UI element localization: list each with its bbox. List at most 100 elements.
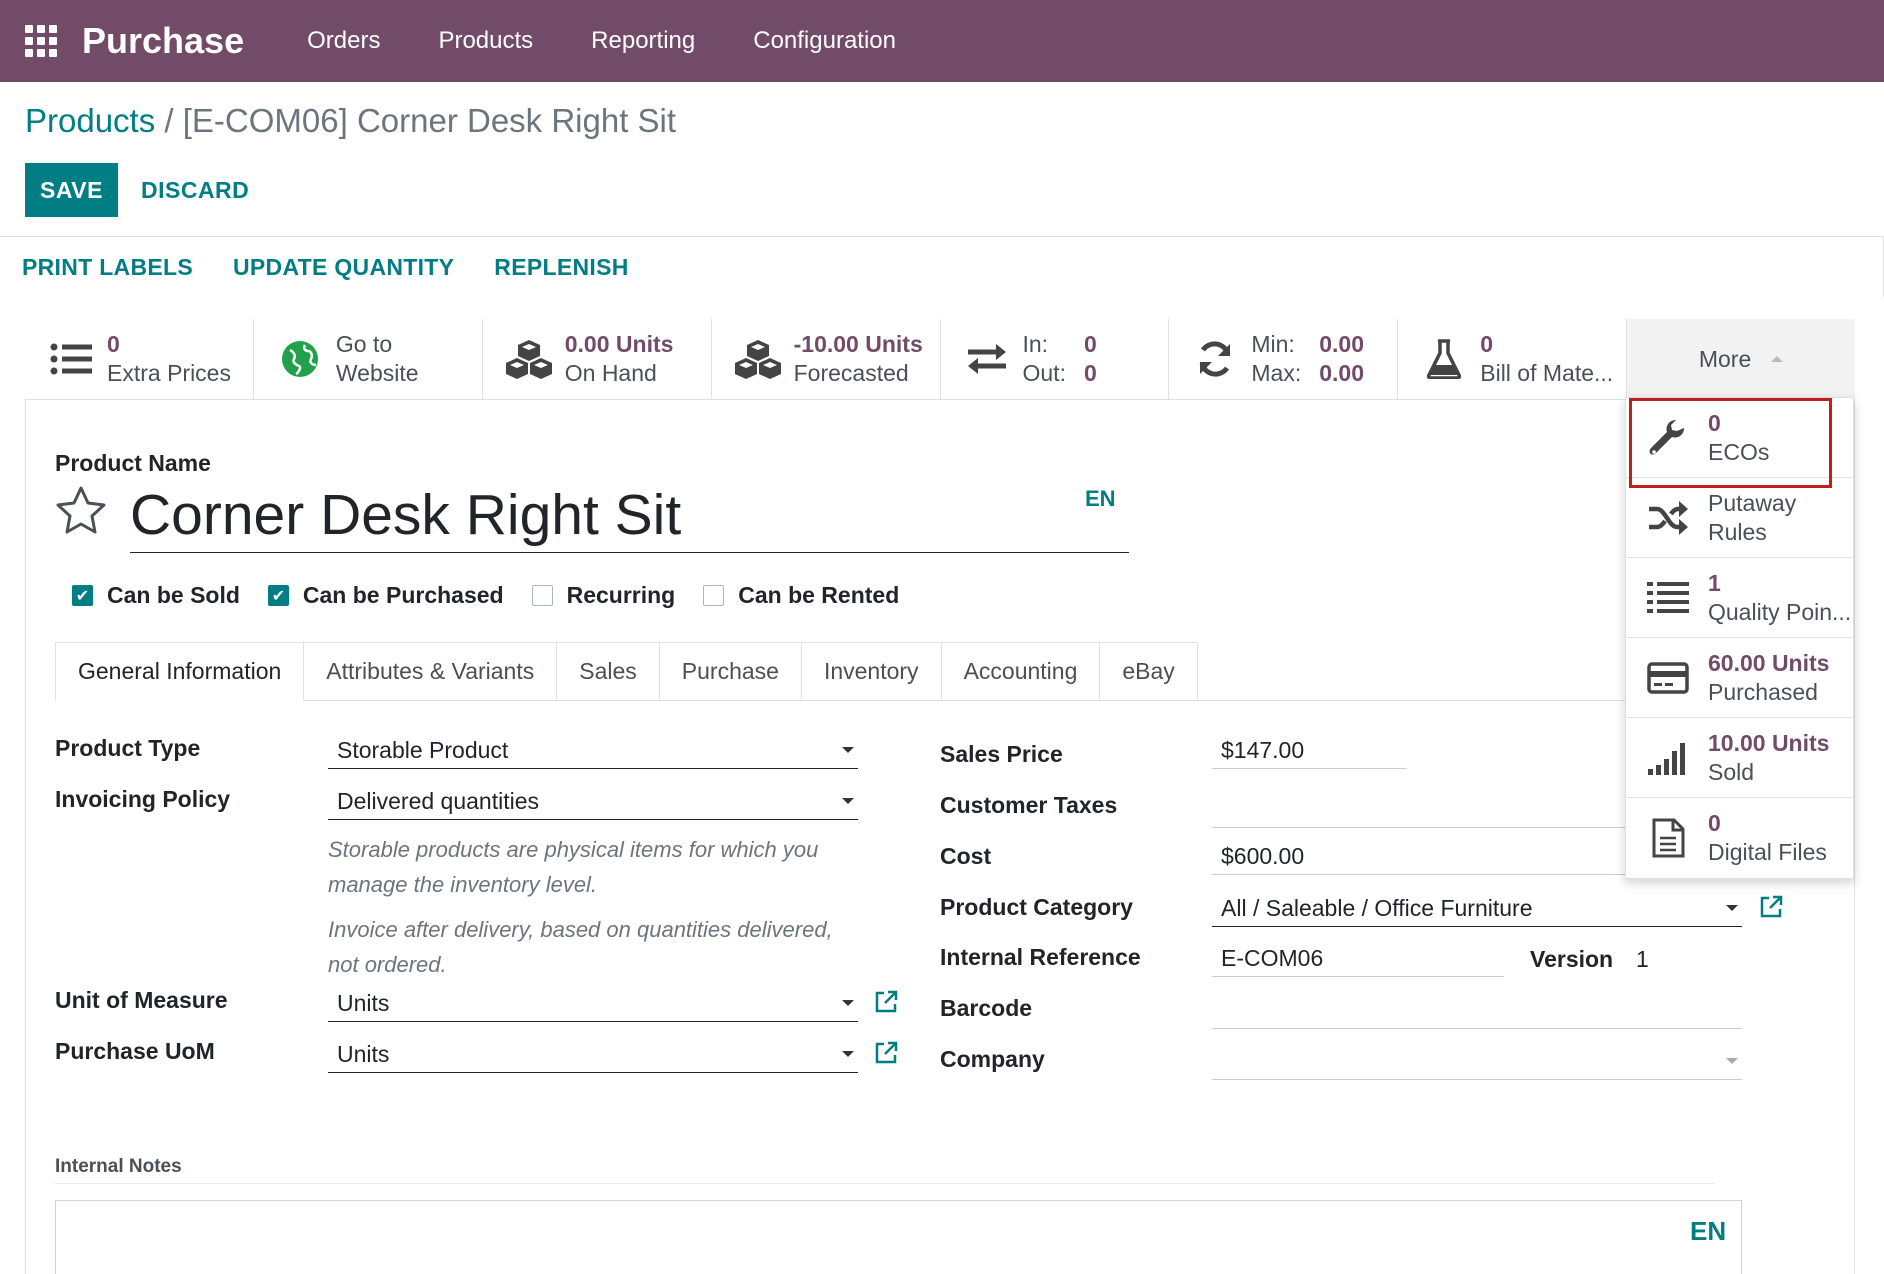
cost-input[interactable]: $600.00 [1212,837,1625,875]
app-brand[interactable]: Purchase [82,20,244,62]
external-link-icon[interactable] [874,990,900,1016]
tab-attributes-variants[interactable]: Attributes & Variants [304,642,558,701]
on-hand-value: 0.00 Units [564,331,674,357]
digital-files-button[interactable]: 0 Digital Files [1626,798,1853,878]
checkmark-icon: ✔ [72,585,93,606]
external-link-icon[interactable] [1759,895,1785,921]
print-labels-button[interactable]: PRINT LABELS [22,254,193,281]
purchased-button[interactable]: 60.00 Units Purchased [1626,638,1853,718]
on-hand-label: On Hand [564,360,657,386]
purchase-uom-select[interactable]: Units [328,1035,858,1073]
product-name-label: Product Name [55,450,211,476]
bom-label: Bill of Mate... [1480,360,1614,386]
notes-language-toggle[interactable]: EN [1690,1216,1726,1247]
product-category-select[interactable]: All / Saleable / Office Furniture [1212,889,1742,927]
max-value: 0.00 [1319,360,1364,386]
quality-points-label: Quality Poin... [1708,598,1852,625]
ecos-button[interactable]: 0 ECOs [1626,398,1853,478]
signal-icon [1646,736,1690,780]
discard-button[interactable]: DISCARD [141,163,249,217]
save-button[interactable]: SAVE [25,163,118,217]
tab-accounting[interactable]: Accounting [941,642,1101,701]
breadcrumb-separator: / [155,102,183,139]
product-options: ✔ Can be Sold ✔ Can be Purchased Recurring… [72,582,927,609]
caret-down-icon [842,798,854,804]
quality-points-button[interactable]: 1 Quality Poin... [1626,558,1853,638]
go-to-website-button[interactable]: Go to Website [253,319,483,399]
cubes-icon [734,335,782,383]
tab-sales[interactable]: Sales [557,642,660,701]
wrench-icon [1646,416,1690,460]
version-label: Version [1530,946,1614,972]
ecos-count: 0 [1708,409,1721,436]
exchange-icon [963,335,1011,383]
max-label: Max: [1251,360,1302,386]
can-be-sold-checkbox[interactable]: ✔ Can be Sold [72,582,240,609]
can-be-purchased-label: Can be Purchased [302,582,504,608]
menu-orders[interactable]: Orders [278,27,409,55]
product-type-value: Storable Product [337,737,509,763]
unit-of-measure-select[interactable]: Units [328,984,858,1022]
internal-reference-input[interactable]: E-COM06 [1212,939,1504,977]
more-button[interactable]: More [1627,319,1855,399]
product-type-select[interactable]: Storable Product [328,731,858,769]
globe-icon [276,335,324,383]
forecasted-button[interactable]: -10.00 Units Forecasted [711,319,941,399]
extra-prices-count: 0 [107,331,120,357]
caret-down-icon [1726,905,1738,911]
cost-label: Cost [940,843,992,869]
external-link-icon[interactable] [874,1041,900,1067]
on-hand-button[interactable]: 0.00 Units On Hand [482,319,712,399]
tab-ebay[interactable]: eBay [1100,642,1198,701]
internal-notes-editor[interactable] [55,1200,1742,1274]
product-category-label: Product Category [940,894,1133,920]
internal-notes-label: Internal Notes [55,1156,182,1177]
can-be-rented-checkbox[interactable]: Can be Rented [703,582,899,609]
apps-menu-icon[interactable] [0,0,82,82]
forecasted-label: Forecasted [793,360,909,386]
sales-price-label: Sales Price [940,741,1063,767]
digital-files-label: Digital Files [1708,839,1827,865]
barcode-input[interactable] [1212,991,1742,1029]
min-max-button[interactable]: Min: 0.00 Max: 0.00 [1169,319,1399,399]
tab-purchase[interactable]: Purchase [659,642,802,701]
recurring-checkbox[interactable]: Recurring [531,582,675,609]
replenish-button[interactable]: REPLENISH [494,254,628,281]
caret-up-icon [1771,356,1784,362]
product-name-input[interactable]: Corner Desk Right Sit [130,478,1129,553]
invoicing-policy-select[interactable]: Delivered quantities [328,782,858,820]
language-toggle[interactable]: EN [1085,486,1116,512]
caret-down-icon [842,1000,854,1006]
list-icon [1646,576,1690,620]
company-select[interactable] [1212,1042,1742,1080]
shuffle-icon [1646,496,1690,540]
star-icon[interactable] [54,485,108,539]
can-be-purchased-checkbox[interactable]: ✔ Can be Purchased [267,582,504,609]
tab-inventory[interactable]: Inventory [801,642,942,701]
list-icon [47,335,95,383]
in-value: 0 [1083,331,1097,357]
breadcrumb-products-link[interactable]: Products [25,102,155,139]
update-quantity-button[interactable]: UPDATE QUANTITY [233,254,454,281]
in-out-button[interactable]: In: 0 Out: 0 [940,319,1170,399]
checkmark-icon: ✔ [267,585,289,606]
forecasted-value: -10.00 Units [793,331,923,357]
version-value: 1 [1636,946,1649,972]
out-value: 0 [1083,360,1097,386]
purchased-value: 60.00 Units [1708,649,1830,676]
bill-of-materials-button[interactable]: 0 Bill of Mate... [1398,319,1628,399]
quality-points-count: 1 [1708,569,1721,596]
menu-reporting[interactable]: Reporting [562,27,724,55]
website-line2: Website [335,360,419,386]
customer-taxes-label: Customer Taxes [940,792,1118,818]
sales-price-input[interactable]: $147.00 [1212,731,1407,769]
menu-products[interactable]: Products [409,27,562,55]
cubes-icon [505,335,553,383]
tab-general-information[interactable]: General Information [55,642,305,701]
putaway-rules-button[interactable]: Putaway Rules [1626,478,1853,558]
barcode-label: Barcode [940,995,1033,1021]
sold-button[interactable]: 10.00 Units Sold [1626,718,1853,798]
extra-prices-button[interactable]: 0 Extra Prices [25,319,254,399]
more-dropdown: 0 ECOs Putaway Rules 1 Quality Poin... 60.… [1625,397,1854,879]
menu-configuration[interactable]: Configuration [724,27,925,55]
